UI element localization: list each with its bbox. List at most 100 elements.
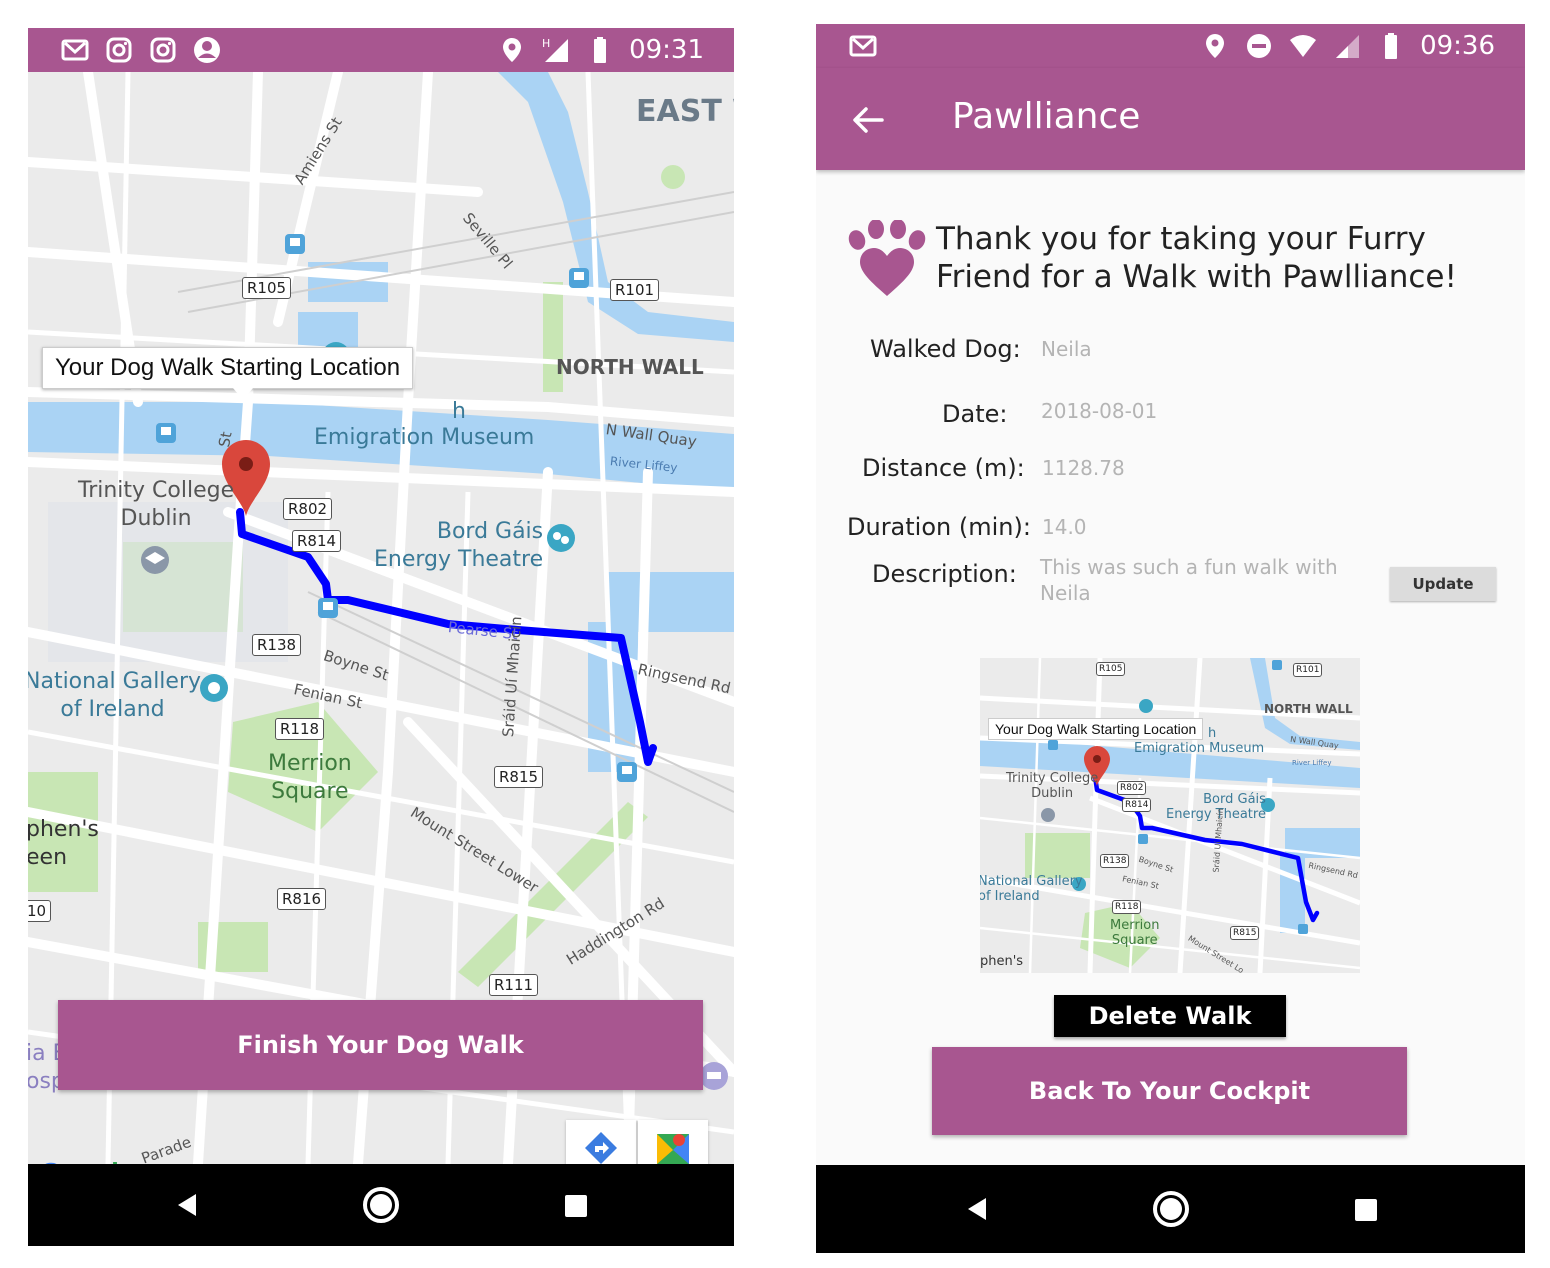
map-label-national-gallery: National Gallery of Ireland — [28, 669, 202, 722]
thumbnail-label-emigration-h: h — [1208, 726, 1217, 741]
map-label-stephens: phen's een — [28, 817, 99, 870]
google-logo: Google — [40, 1157, 134, 1164]
directions-button[interactable] — [566, 1120, 636, 1164]
thumbnail-label-merrion: Merrion Square — [1110, 918, 1160, 948]
transit-icon — [285, 234, 305, 254]
thumbnail-shield-r138: R138 — [1100, 854, 1130, 868]
wifi-icon — [1288, 31, 1318, 61]
home-nav-icon[interactable] — [1149, 1187, 1193, 1231]
dnd-icon — [1244, 31, 1274, 61]
thanks-line-1: Thank you for taking your Furry — [936, 221, 1426, 257]
transit-icon — [569, 268, 589, 288]
status-bar: H 09:31 — [28, 28, 734, 72]
back-nav-icon[interactable] — [165, 1183, 209, 1227]
road-shield-r802: R802 — [283, 498, 333, 520]
map-label-bord-gais: Bord Gáis Energy Theatre — [374, 519, 544, 572]
thumbnail-university-pin-icon — [1041, 808, 1055, 822]
theatre-pin-icon — [547, 524, 575, 552]
open-maps-button[interactable] — [638, 1120, 708, 1164]
svg-text:H: H — [542, 37, 550, 50]
date-label: Date: — [942, 400, 1008, 428]
road-shield-r105: R105 — [242, 277, 292, 299]
walked-dog-label: Walked Dog: — [870, 335, 1021, 363]
thumbnail-label-gallery: National Gallery of Ireland — [980, 874, 1083, 904]
status-time: 09:31 — [629, 35, 704, 65]
map-label-east: EAST W — [636, 94, 734, 129]
battery-icon — [585, 35, 615, 65]
status-bar: 09:36 — [816, 24, 1525, 68]
recents-nav-icon[interactable] — [553, 1183, 597, 1227]
walked-dog-value: Neila — [1041, 337, 1092, 361]
gmail-icon — [60, 35, 90, 65]
distance-value: 1128.78 — [1042, 456, 1125, 480]
start-location-info-window[interactable]: Your Dog Walk Starting Location — [42, 347, 414, 400]
battery-icon — [1376, 31, 1406, 61]
thumbnail-street-liffey: River Liffey — [1292, 759, 1332, 767]
thumbnail-shield-r118: R118 — [1112, 900, 1142, 914]
thumbnail-transit-icon — [1298, 924, 1308, 934]
road-shield-r118: R118 — [275, 718, 325, 740]
thumbnail-transit-icon — [1272, 660, 1282, 670]
signal-h-icon: H — [541, 35, 571, 65]
app-title: Pawlliance — [952, 96, 1141, 137]
status-time: 09:36 — [1420, 31, 1495, 61]
delete-walk-button[interactable]: Delete Walk — [1054, 995, 1286, 1037]
hotel-pin-icon — [700, 1062, 728, 1090]
road-shield-r101: R101 — [610, 279, 660, 301]
road-shield-r138: R138 — [252, 634, 302, 656]
map-label-emigration-museum: Emigration Museum — [314, 425, 535, 450]
thumbnail-label-trinity: Trinity College Dublin — [1006, 771, 1099, 801]
walk-map-thumbnail: Your Dog Walk Starting Location NORTH WA… — [980, 658, 1360, 973]
thumbnail-shield-r815: R815 — [1230, 926, 1260, 940]
road-shield-r816: R816 — [277, 888, 327, 910]
duration-value: 14.0 — [1042, 515, 1087, 539]
road-shield-r814: R814 — [292, 530, 342, 552]
thumbnail-label-north-wall: NORTH WALL — [1264, 702, 1353, 716]
distance-label: Distance (m): — [862, 454, 1025, 482]
back-to-cockpit-button[interactable]: Back To Your Cockpit — [932, 1047, 1407, 1135]
road-shield-10: 10 — [28, 900, 52, 922]
home-nav-icon[interactable] — [359, 1183, 403, 1227]
gmail-icon — [848, 31, 878, 61]
description-value: This was such a fun walk with Neila — [1040, 555, 1338, 605]
back-arrow-icon[interactable] — [846, 98, 890, 142]
road-shield-r111: R111 — [489, 974, 539, 996]
map-label-trinity: Trinity College Dublin — [78, 478, 235, 531]
thumbnail-label-emigration: Emigration Museum — [1134, 741, 1265, 756]
transit-icon — [156, 423, 176, 443]
walk-summary-screen: 09:36 Pawlliance Thank you for taking yo… — [816, 24, 1525, 1253]
duration-label: Duration (min): — [847, 513, 1031, 541]
instagram-icon — [148, 35, 178, 65]
street-st: St — [215, 430, 236, 449]
recents-nav-icon[interactable] — [1343, 1187, 1387, 1231]
thumbnail-label-stephens: phen's — [980, 954, 1024, 969]
thanks-line-2: Friend for a Walk with Pawlliance! — [936, 259, 1457, 295]
instagram-icon — [104, 35, 134, 65]
transit-icon — [318, 598, 338, 618]
directions-icon — [585, 1132, 617, 1164]
map-label-north-wall: NORTH WALL — [556, 355, 704, 379]
location-icon — [497, 35, 527, 65]
thumbnail-shield-r814: R814 — [1122, 798, 1152, 812]
university-pin-icon — [141, 546, 169, 574]
location-icon — [1200, 31, 1230, 61]
thumbnail-shield-r802: R802 — [1117, 781, 1147, 795]
thank-you-message: Thank you for taking your Furry Friend f… — [846, 220, 1496, 298]
description-label: Description: — [872, 560, 1017, 588]
paw-heart-icon — [848, 220, 926, 296]
app-bar: Pawlliance — [816, 68, 1525, 170]
thumbnail-transit-icon — [1048, 740, 1058, 750]
finish-walk-button[interactable]: Finish Your Dog Walk — [58, 1000, 703, 1090]
back-nav-icon[interactable] — [955, 1187, 999, 1231]
signal-icon — [1332, 31, 1362, 61]
google-maps-icon — [657, 1134, 689, 1164]
gallery-pin-icon — [200, 674, 228, 702]
date-value: 2018-08-01 — [1041, 399, 1158, 423]
thumbnail-museum-pin-icon — [1139, 699, 1153, 713]
update-button[interactable]: Update — [1390, 567, 1496, 601]
thumbnail-shield-r105: R105 — [1096, 662, 1126, 676]
map-label-merrion: Merrion Square — [268, 751, 352, 804]
thumbnail-transit-icon — [1138, 834, 1148, 844]
navigation-bar — [816, 1165, 1525, 1253]
thumbnail-shield-r101: R101 — [1293, 663, 1323, 677]
